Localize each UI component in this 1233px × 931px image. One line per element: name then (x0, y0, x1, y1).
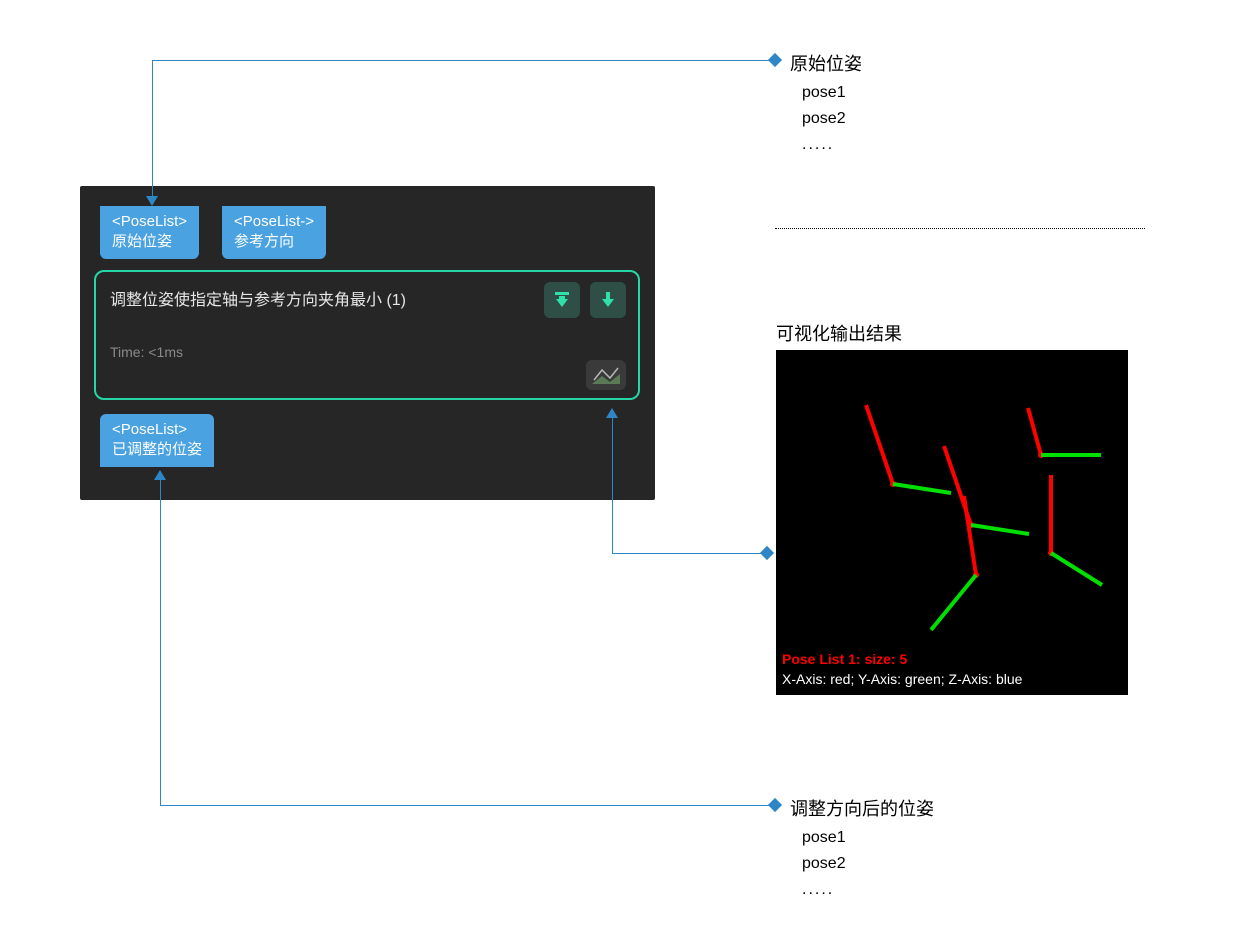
viz-overlay-size: Pose List 1: size: 5 (782, 651, 907, 667)
list-item: ..... (802, 136, 862, 154)
annotation-original-pose: 原始位姿 pose1 pose2 ..... (790, 50, 862, 154)
connector-line (612, 418, 613, 553)
annotation-adjusted-pose: 调整方向后的位姿 pose1 pose2 ..... (790, 795, 934, 899)
list-item: ..... (802, 881, 934, 899)
port-type: <PoseList> (112, 420, 202, 440)
annotation-viz-title: 可视化输出结果 (776, 320, 902, 346)
connector-line (160, 480, 161, 805)
annotation-original-title: 原始位姿 (790, 50, 862, 76)
section-divider (775, 228, 1145, 229)
input-port-original-pose[interactable]: <PoseList> 原始位姿 (100, 206, 199, 259)
connector-line (612, 553, 766, 554)
list-item: pose2 (802, 855, 934, 873)
port-type: <PoseList> (112, 212, 187, 232)
connector-arrow-icon (154, 470, 166, 480)
insert-down-icon[interactable] (590, 282, 626, 318)
connector-arrow-icon (606, 408, 618, 418)
annotation-adjusted-title: 调整方向后的位姿 (790, 795, 934, 821)
node-time-label: Time: <1ms (110, 344, 624, 360)
list-item: pose2 (802, 110, 862, 128)
connector-line (152, 60, 153, 198)
visualization-panel: Pose List 1: size: 5 X-Axis: red; Y-Axis… (776, 350, 1128, 695)
list-item: pose1 (802, 84, 862, 102)
connector-line (160, 805, 774, 806)
list-item: pose1 (802, 829, 934, 847)
node-action-icons (544, 282, 626, 318)
port-label: 参考方向 (234, 232, 314, 252)
port-label: 原始位姿 (112, 232, 187, 252)
expand-down-icon[interactable] (544, 282, 580, 318)
visualization-icon[interactable] (586, 360, 626, 390)
node-body: 调整位姿使指定轴与参考方向夹角最小 (1) Time: <1ms (94, 270, 640, 400)
port-label: 已调整的位姿 (112, 440, 202, 460)
input-port-reference-direction[interactable]: <PoseList-> 参考方向 (222, 206, 326, 259)
pose-axes-plot (776, 350, 1128, 695)
connector-line (152, 60, 774, 61)
node-panel: <PoseList> 原始位姿 <PoseList-> 参考方向 调整位姿使指定… (80, 186, 655, 500)
output-port-adjusted-pose[interactable]: <PoseList> 已调整的位姿 (100, 414, 214, 467)
viz-overlay-legend: X-Axis: red; Y-Axis: green; Z-Axis: blue (782, 671, 1022, 687)
port-type: <PoseList-> (234, 212, 314, 232)
connector-arrow-icon (146, 196, 158, 206)
